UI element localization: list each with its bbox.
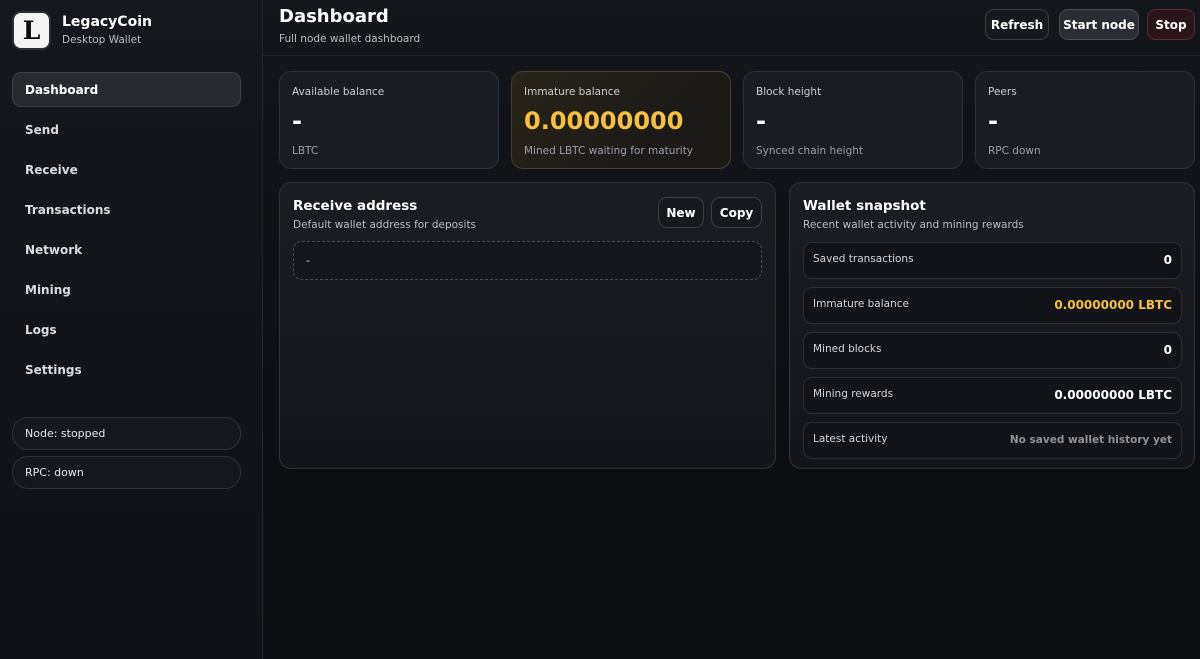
- stat-value: -: [988, 107, 998, 135]
- stat-foot: LBTC: [292, 145, 319, 157]
- new-address-button[interactable]: New: [658, 197, 704, 228]
- sidebar-item-mining[interactable]: Mining: [12, 272, 241, 307]
- stat-foot: Synced chain height: [756, 145, 864, 157]
- row-value: 0: [1163, 253, 1172, 267]
- row-label: Latest activity: [813, 433, 888, 445]
- copy-address-button[interactable]: Copy: [711, 197, 762, 228]
- node-status-badge: Node: stopped: [12, 417, 241, 450]
- stat-foot: RPC down: [988, 145, 1041, 157]
- page-title: Dashboard: [279, 6, 389, 27]
- brand: L LegacyCoin Desktop Wallet: [12, 11, 252, 51]
- receive-address-field[interactable]: -: [293, 241, 762, 280]
- panel-title: Receive address: [293, 198, 418, 214]
- block-height-card: Block height - Synced chain height: [743, 71, 963, 169]
- available-balance-card: Available balance - LBTC: [279, 71, 499, 169]
- rpc-status-badge: RPC: down: [12, 456, 241, 489]
- panel-title: Wallet snapshot: [803, 198, 926, 214]
- row-value: 0.00000000 LBTC: [1054, 298, 1172, 312]
- sidebar-item-receive[interactable]: Receive: [12, 152, 241, 187]
- stat-label: Available balance: [292, 86, 385, 98]
- sidebar-item-dashboard[interactable]: Dashboard: [12, 72, 241, 107]
- sidebar: L LegacyCoin Desktop Wallet Dashboard Se…: [0, 0, 263, 659]
- app-logo: L: [12, 11, 51, 50]
- row-value: 0.00000000 LBTC: [1054, 388, 1172, 402]
- logo-letter: L: [22, 16, 41, 45]
- stat-label: Immature balance: [524, 86, 620, 98]
- stat-value: 0.00000000: [524, 107, 684, 135]
- sidebar-item-settings[interactable]: Settings: [12, 352, 241, 387]
- row-label: Immature balance: [813, 298, 909, 310]
- app-subtitle: Desktop Wallet: [62, 34, 142, 46]
- saved-transactions-row: Saved transactions 0: [803, 242, 1182, 279]
- sidebar-item-logs[interactable]: Logs: [12, 312, 241, 347]
- receive-address-panel: Receive address Default wallet address f…: [279, 182, 776, 469]
- row-label: Mined blocks: [813, 343, 882, 355]
- stat-value: -: [756, 107, 766, 135]
- panel-subtitle: Recent wallet activity and mining reward…: [803, 219, 1024, 231]
- row-label: Saved transactions: [813, 253, 914, 265]
- wallet-snapshot-panel: Wallet snapshot Recent wallet activity a…: [789, 182, 1195, 469]
- sidebar-item-network[interactable]: Network: [12, 232, 241, 267]
- stat-label: Peers: [988, 86, 1017, 98]
- app-name: LegacyCoin: [62, 14, 152, 30]
- row-label: Mining rewards: [813, 388, 894, 400]
- stat-value: -: [292, 107, 302, 135]
- latest-activity-row: Latest activity No saved wallet history …: [803, 422, 1182, 459]
- row-value: No saved wallet history yet: [1009, 434, 1172, 446]
- peers-card: Peers - RPC down: [975, 71, 1195, 169]
- mining-rewards-row: Mining rewards 0.00000000 LBTC: [803, 377, 1182, 414]
- topbar: Dashboard Full node wallet dashboard Ref…: [263, 0, 1200, 56]
- stat-label: Block height: [756, 86, 822, 98]
- main-content: Dashboard Full node wallet dashboard Ref…: [263, 0, 1200, 659]
- mined-blocks-row: Mined blocks 0: [803, 332, 1182, 369]
- stat-foot: Mined LBTC waiting for maturity: [524, 145, 694, 157]
- sidebar-item-send[interactable]: Send: [12, 112, 241, 147]
- immature-balance-card: Immature balance 0.00000000 Mined LBTC w…: [511, 71, 731, 169]
- row-value: 0: [1163, 343, 1172, 357]
- refresh-button[interactable]: Refresh: [985, 9, 1049, 40]
- panel-subtitle: Default wallet address for deposits: [293, 219, 477, 231]
- sidebar-nav: Dashboard Send Receive Transactions Netw…: [12, 72, 241, 392]
- page-subtitle: Full node wallet dashboard: [279, 33, 421, 45]
- stop-button[interactable]: Stop: [1147, 9, 1195, 40]
- sidebar-item-transactions[interactable]: Transactions: [12, 192, 241, 227]
- start-node-button[interactable]: Start node: [1059, 9, 1139, 40]
- immature-balance-row: Immature balance 0.00000000 LBTC: [803, 287, 1182, 324]
